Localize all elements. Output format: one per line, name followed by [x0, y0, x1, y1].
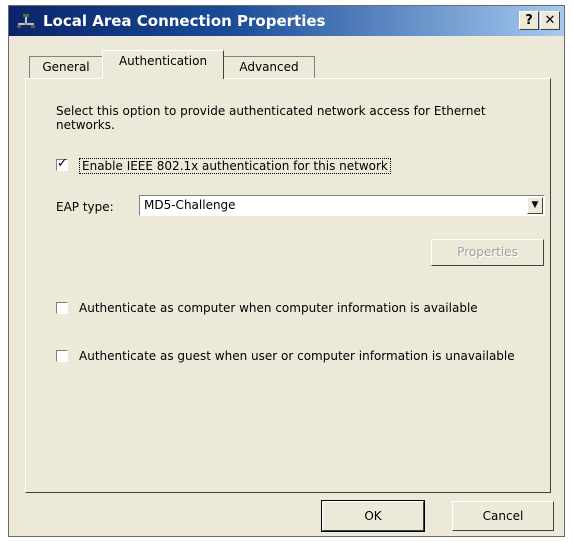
eap-type-select[interactable]: MD5-Challenge ▼: [139, 195, 545, 216]
enable-ieee-row[interactable]: ✓ Enable IEEE 802.1x authentication for …: [56, 156, 391, 174]
tab-general[interactable]: General: [29, 56, 103, 78]
auth-computer-checkbox[interactable]: [56, 302, 68, 314]
chevron-down-icon[interactable]: ▼: [527, 197, 543, 214]
close-button[interactable]: ✕: [540, 11, 560, 30]
auth-guest-label: Authenticate as guest when user or compu…: [79, 349, 515, 363]
network-connection-icon: [17, 14, 35, 28]
auth-guest-row[interactable]: Authenticate as guest when user or compu…: [56, 349, 519, 363]
auth-computer-row[interactable]: Authenticate as computer when computer i…: [56, 301, 519, 315]
description-text: Select this option to provide authentica…: [56, 104, 486, 132]
cancel-button[interactable]: Cancel: [452, 501, 554, 531]
eap-type-value: MD5-Challenge: [144, 198, 236, 212]
auth-guest-checkbox[interactable]: [56, 350, 68, 362]
auth-computer-label: Authenticate as computer when computer i…: [79, 301, 478, 315]
enable-ieee-checkbox[interactable]: ✓: [56, 156, 68, 171]
checkmark-icon: ✓: [57, 156, 68, 171]
ok-button[interactable]: OK: [321, 500, 425, 532]
properties-button[interactable]: Properties: [431, 239, 544, 266]
properties-dialog: Local Area Connection Properties ? ✕ Gen…: [8, 5, 565, 537]
enable-ieee-label: Enable IEEE 802.1x authentication for th…: [79, 158, 391, 174]
tab-advanced[interactable]: Advanced: [223, 56, 315, 78]
window-title: Local Area Connection Properties: [43, 12, 326, 30]
eap-type-label: EAP type:: [56, 200, 114, 214]
help-button[interactable]: ?: [519, 11, 539, 30]
title-bar[interactable]: Local Area Connection Properties ? ✕: [9, 6, 564, 36]
tab-authentication[interactable]: Authentication: [102, 50, 224, 79]
authentication-panel: Select this option to provide authentica…: [25, 78, 551, 493]
